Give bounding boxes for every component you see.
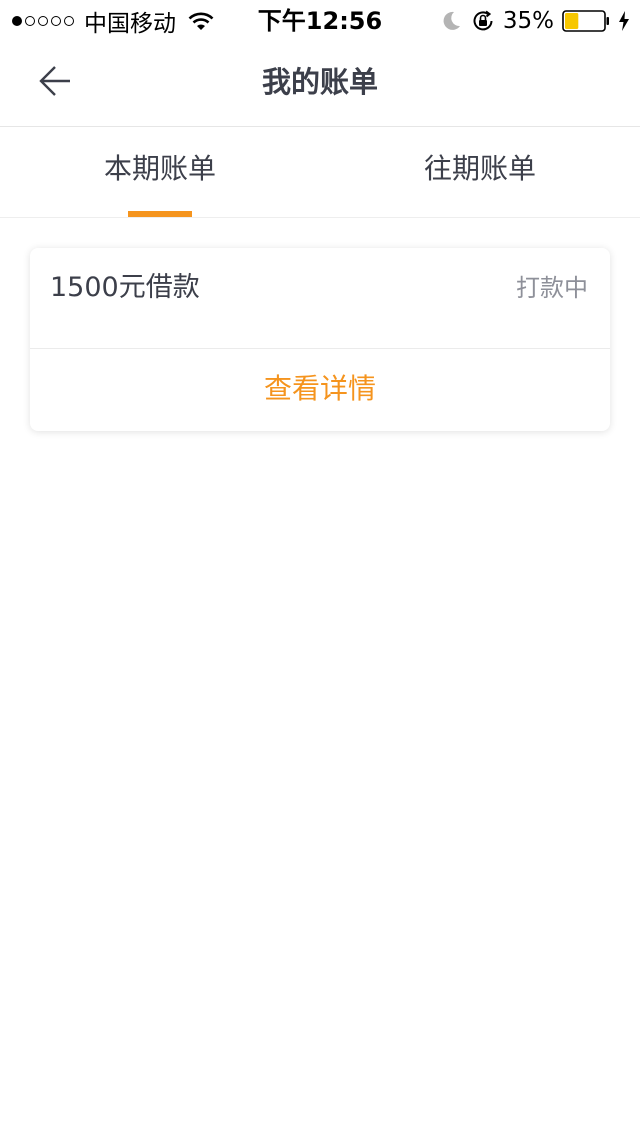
back-arrow-icon — [39, 66, 70, 96]
page-title: 我的账单 — [261, 65, 378, 99]
battery-percent: 35% — [502, 8, 554, 34]
orientation-lock-icon — [473, 10, 493, 31]
status-right: 35% — [439, 4, 630, 38]
bill-name: 1500元借款 — [50, 272, 200, 303]
tab-label: 本期账单 — [103, 152, 216, 185]
status-bar: 中国移动 下午12:56 35% — [0, 0, 640, 40]
moon-icon — [443, 11, 460, 30]
back-button[interactable] — [30, 58, 80, 104]
tab-past-bills[interactable]: 往期账单 — [320, 127, 640, 217]
bill-card: 1500元借款 打款中 查看详情 — [30, 248, 610, 431]
bill-header: 1500元借款 打款中 — [30, 248, 610, 348]
bill-status: 打款中 — [516, 274, 588, 302]
screen: 中国移动 下午12:56 35% 我的账单 本期账单 往期账单 1500元借款 … — [0, 0, 640, 1136]
tab-selected-indicator — [128, 211, 192, 217]
tab-label: 往期账单 — [423, 152, 536, 185]
charging-icon — [619, 11, 629, 31]
tab-bar: 本期账单 往期账单 — [0, 127, 640, 218]
battery-icon — [562, 10, 609, 32]
view-details-button[interactable]: 查看详情 — [30, 349, 610, 431]
nav-bar: 我的账单 — [0, 40, 640, 127]
tab-current-bill[interactable]: 本期账单 — [0, 127, 320, 217]
